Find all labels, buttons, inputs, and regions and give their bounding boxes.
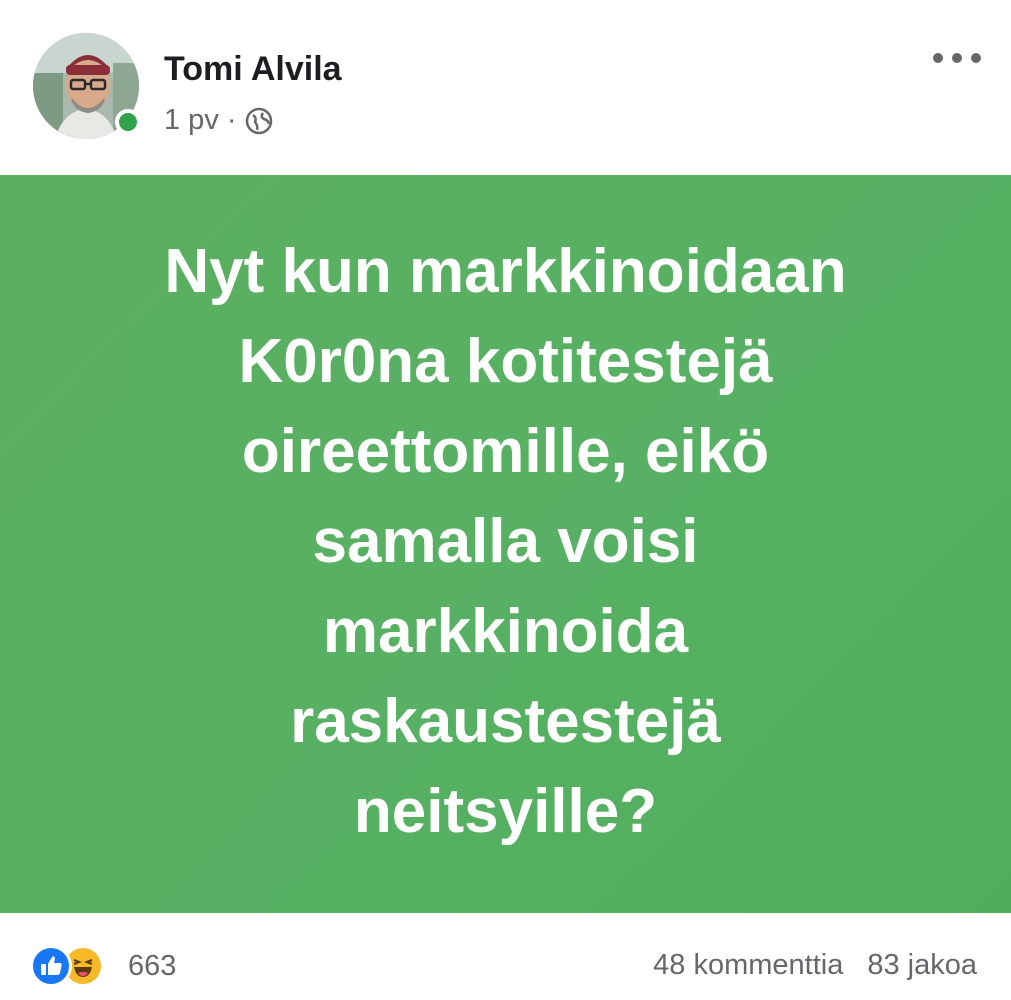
like-icon	[30, 945, 72, 987]
post-time[interactable]: 1 pv	[164, 104, 219, 137]
more-dot	[952, 53, 962, 63]
more-dot	[971, 53, 981, 63]
status-line: samalla voisi	[312, 507, 699, 576]
status-line: K0r0na kotitestejä	[238, 327, 773, 396]
author-name[interactable]: Tomi Alvila	[164, 50, 342, 89]
engagement-counts: 48 kommenttia 83 jakoa	[653, 949, 977, 982]
author-avatar[interactable]	[33, 33, 141, 139]
post-meta: 1 pv ·	[164, 104, 273, 137]
status-background[interactable]: Nyt kun markkinoidaan K0r0na kotitestejä…	[0, 175, 1011, 913]
status-line: Nyt kun markkinoidaan	[164, 237, 847, 306]
facebook-post: Tomi Alvila 1 pv · Nyt kun markkinoidaan…	[0, 0, 1011, 1000]
meta-separator: ·	[226, 104, 237, 136]
reaction-count: 663	[128, 949, 177, 982]
status-line: markkinoida	[322, 597, 689, 666]
more-horizontal-icon[interactable]	[933, 46, 981, 70]
globe-icon	[245, 107, 273, 135]
more-dot	[933, 53, 943, 63]
status-line: oireettomille, eikö	[241, 417, 770, 486]
shares-count[interactable]: 83 jakoa	[867, 949, 977, 982]
post-header: Tomi Alvila 1 pv ·	[0, 0, 1011, 175]
status-line: neitsyille?	[353, 777, 658, 846]
status-line: raskaustestejä	[290, 687, 721, 756]
status-text: Nyt kun markkinoidaan K0r0na kotitestejä…	[164, 227, 846, 857]
comments-count[interactable]: 48 kommenttia	[653, 949, 843, 982]
online-status-indicator	[115, 109, 141, 135]
post-footer: 663 48 kommenttia 83 jakoa	[0, 913, 1011, 1000]
reactions-summary[interactable]: 663	[30, 945, 176, 987]
